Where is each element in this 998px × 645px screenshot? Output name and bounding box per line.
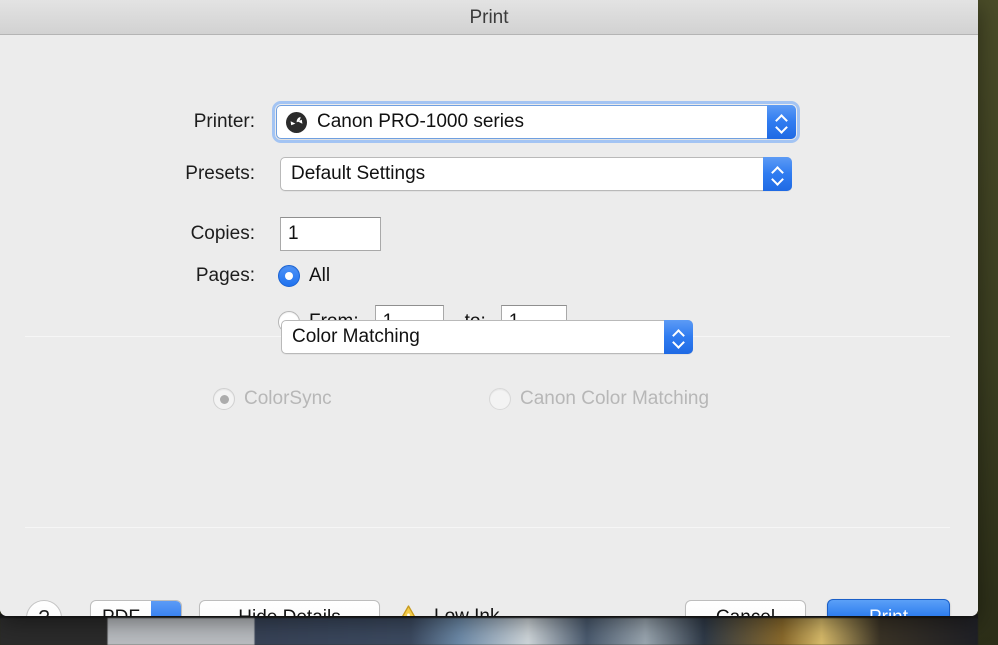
colorsync-label: ColorSync — [244, 388, 332, 409]
question-mark-icon: ? — [38, 607, 49, 617]
hide-details-label: Hide Details — [238, 607, 340, 616]
canon-color-matching-radio[interactable]: Canon Color Matching — [489, 388, 709, 410]
copies-label: Copies: — [190, 223, 255, 244]
dialog-title: Print — [469, 7, 509, 28]
cancel-button[interactable]: Cancel — [685, 600, 806, 616]
presets-select[interactable]: Default Settings — [280, 157, 792, 191]
dialog-titlebar: Print — [0, 0, 978, 35]
pages-all-label: All — [309, 265, 331, 286]
chevron-up-icon — [772, 167, 783, 173]
copies-row: Copies: 1 — [0, 217, 800, 251]
chevron-up-icon — [776, 115, 787, 121]
printer-stepper[interactable] — [767, 105, 796, 139]
presets-value: Default Settings — [291, 163, 426, 184]
chevron-down-icon — [776, 124, 787, 130]
copies-input[interactable]: 1 — [280, 217, 381, 251]
chevron-down-icon — [772, 176, 783, 182]
radio-indicator-canon — [489, 388, 511, 410]
print-label: Print — [869, 607, 908, 616]
printer-label: Printer: — [193, 111, 255, 132]
print-button[interactable]: Print — [827, 599, 950, 616]
pdf-menu-arrow[interactable] — [151, 601, 181, 616]
chevron-down-icon — [161, 615, 172, 616]
pdf-label: PDF — [91, 607, 151, 616]
background-window-strip — [0, 618, 978, 645]
radio-indicator-colorsync — [213, 388, 235, 410]
chevron-down-icon — [673, 339, 684, 345]
printer-row: Printer: Canon PRO-1000 series — [0, 101, 800, 143]
radio-indicator-all — [278, 265, 300, 287]
presets-row: Presets: Default Settings — [0, 157, 800, 191]
pages-all-radio[interactable]: All — [278, 265, 330, 287]
pages-row: Pages: All — [0, 265, 800, 287]
hide-details-button[interactable]: Hide Details — [199, 600, 380, 616]
pane-value: Color Matching — [292, 326, 420, 347]
pages-label: Pages: — [195, 265, 255, 286]
pdf-button[interactable]: PDF — [90, 600, 182, 616]
help-button[interactable]: ? — [26, 600, 62, 616]
pane-stepper[interactable] — [664, 320, 693, 354]
print-dialog: Print Printer: Canon PRO-1000 series Pre… — [0, 0, 978, 616]
warning-triangle-icon — [394, 604, 423, 616]
printer-value: Canon PRO-1000 series — [317, 111, 524, 132]
printer-status-icon — [286, 111, 307, 133]
chevron-up-icon — [673, 330, 684, 336]
canon-color-matching-label: Canon Color Matching — [520, 388, 710, 409]
presets-label: Presets: — [185, 163, 255, 184]
printer-select[interactable]: Canon PRO-1000 series — [272, 101, 800, 143]
presets-stepper[interactable] — [763, 157, 792, 191]
pane-row: Color Matching — [281, 320, 693, 354]
separator-bottom — [25, 527, 950, 528]
pane-select[interactable]: Color Matching — [281, 320, 693, 354]
cancel-label: Cancel — [716, 607, 775, 616]
colorsync-radio[interactable]: ColorSync — [213, 388, 332, 410]
low-ink-status: Low Ink — [434, 606, 499, 616]
dialog-body: Printer: Canon PRO-1000 series Presets: … — [0, 35, 978, 616]
